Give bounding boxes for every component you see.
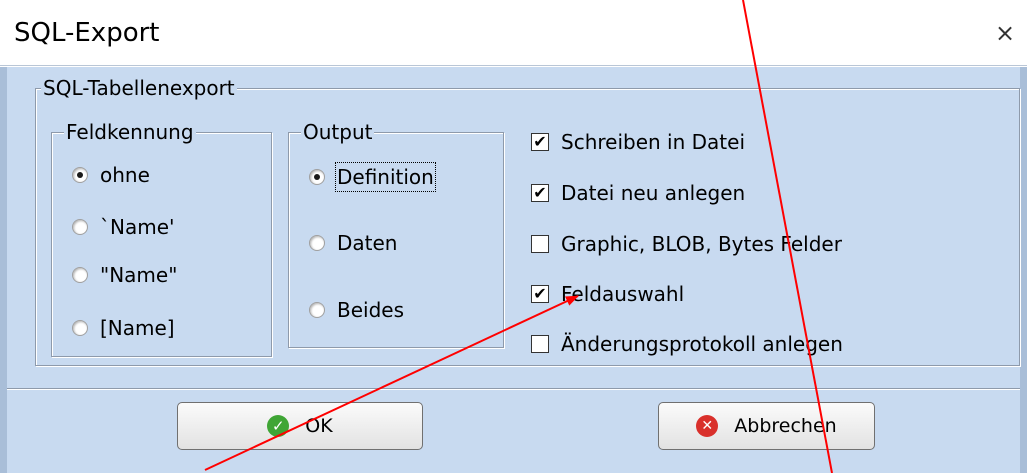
checkbox[interactable]: ✔ bbox=[531, 184, 549, 202]
radio-beides[interactable] bbox=[309, 302, 325, 318]
output-group-label: Output bbox=[301, 120, 375, 144]
radio-ohne[interactable] bbox=[72, 167, 88, 183]
checkbox-label: Schreiben in Datei bbox=[561, 130, 745, 154]
check-circle-icon: ✓ bbox=[267, 415, 290, 437]
checkbox[interactable]: ✔ bbox=[531, 285, 549, 303]
radio-quoted-name[interactable] bbox=[72, 267, 88, 283]
dialog-body: SQL-Tabellenexport Feldkennung ohne `Nam… bbox=[0, 67, 1027, 473]
cancel-button[interactable]: ✕ Abbrechen bbox=[658, 402, 875, 450]
sql-export-dialog: SQL-Export × SQL-Tabellenexport Feldkenn… bbox=[0, 0, 1027, 473]
radio-option-label: Definition bbox=[335, 162, 436, 192]
sql-table-export-group: SQL-Tabellenexport Feldkennung ohne `Nam… bbox=[35, 77, 1020, 366]
radio-option-label: [Name] bbox=[100, 316, 175, 340]
radio-option-label: "Name" bbox=[100, 263, 178, 287]
sql-table-export-label: SQL-Tabellenexport bbox=[41, 76, 237, 100]
field-id-group-label: Feldkennung bbox=[64, 120, 196, 144]
checkbox[interactable] bbox=[531, 335, 549, 353]
radio-backtick-name[interactable] bbox=[72, 219, 88, 235]
radio-definition[interactable] bbox=[309, 169, 325, 185]
ok-button-label: OK bbox=[305, 415, 333, 437]
checkbox[interactable] bbox=[531, 235, 549, 253]
radio-option-label: Beides bbox=[337, 298, 405, 322]
field-id-group: Feldkennung ohne `Name' "Name" [Name] bbox=[51, 121, 272, 357]
radio-daten[interactable] bbox=[309, 235, 325, 251]
title-bar[interactable]: SQL-Export × bbox=[0, 0, 1027, 66]
separator bbox=[7, 388, 1020, 389]
cancel-button-label: Abbrechen bbox=[734, 415, 837, 437]
checkbox[interactable]: ✔ bbox=[531, 133, 549, 151]
checkbox-label: Graphic, BLOB, Bytes Felder bbox=[561, 232, 842, 256]
dialog-title: SQL-Export bbox=[14, 18, 160, 48]
cancel-circle-icon: ✕ bbox=[696, 415, 719, 437]
radio-option-label: ohne bbox=[100, 163, 150, 187]
checkbox-label: Datei neu anlegen bbox=[561, 181, 746, 205]
radio-option-label: `Name' bbox=[100, 215, 175, 239]
checkbox-label: Feldauswahl bbox=[561, 282, 685, 306]
radio-option-label: Daten bbox=[337, 231, 398, 255]
radio-bracket-name[interactable] bbox=[72, 320, 88, 336]
output-group: Output Definition Daten Beides bbox=[288, 121, 504, 348]
ok-button[interactable]: ✓ OK bbox=[177, 402, 423, 450]
checkbox-label: Änderungsprotokoll anlegen bbox=[561, 332, 843, 356]
close-icon[interactable]: × bbox=[983, 12, 1027, 54]
